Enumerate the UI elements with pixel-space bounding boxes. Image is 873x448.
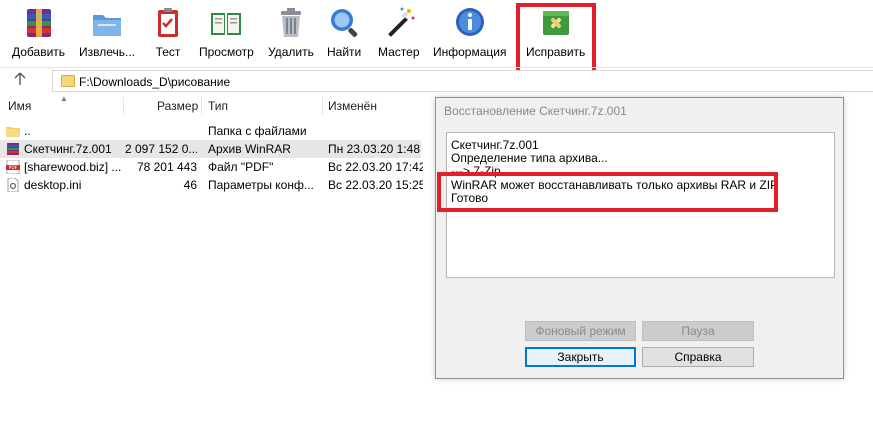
view-book-icon (209, 6, 243, 40)
column-modified[interactable]: Изменён (328, 99, 377, 113)
sort-up-icon: ▲ (60, 94, 68, 103)
file-name: Скетчинг.7z.001 (24, 142, 112, 156)
file-size: 46 (183, 178, 197, 192)
column-size[interactable]: Размер (157, 99, 198, 113)
winrar-add-icon (22, 6, 56, 40)
info-icon (453, 6, 487, 40)
extract-folder-icon (90, 6, 124, 40)
delete-button[interactable]: Удалить (268, 6, 314, 62)
extract-label: Извлечь... (79, 45, 136, 59)
svg-text:PDF: PDF (9, 165, 18, 171)
add-label: Добавить (12, 45, 66, 59)
settings-file-icon (6, 177, 20, 193)
repair-highlight-box (516, 3, 596, 77)
find-button[interactable]: Найти (327, 6, 361, 62)
address-path: F:\Downloads_D\рисование (79, 75, 231, 89)
test-label: Тест (155, 45, 181, 59)
file-type: Папка с файлами (208, 124, 307, 138)
file-modified: Пн 23.03.20 1:48 (328, 142, 420, 156)
file-modified: Вс 22.03.20 15:25 (328, 178, 423, 192)
help-button[interactable]: Справка (642, 347, 754, 367)
winrar-archive-icon (6, 142, 20, 156)
wizard-wand-icon (382, 6, 416, 40)
test-clipboard-icon (151, 6, 185, 40)
address-bar: F:\Downloads_D\рисование (0, 67, 873, 93)
file-row-archive[interactable]: Скетчинг.7z.001 2 097 152 0... Архив Win… (0, 140, 421, 158)
test-button[interactable]: Тест (151, 6, 185, 62)
folder-icon (61, 75, 75, 87)
background-mode-button[interactable]: Фоновый режим (525, 321, 636, 341)
pdf-icon: PDF (6, 159, 20, 175)
up-arrow-icon[interactable] (14, 72, 28, 88)
column-name[interactable]: Имя (8, 99, 31, 113)
dialog-title: Восстановление Скетчинг.7z.001 (444, 104, 627, 118)
wizard-button[interactable]: Мастер (378, 6, 420, 62)
wizard-label: Мастер (378, 45, 420, 59)
column-divider[interactable] (322, 97, 323, 115)
column-divider[interactable] (123, 97, 124, 115)
file-name: .. (24, 124, 31, 138)
pause-button[interactable]: Пауза (642, 321, 754, 341)
trash-can-icon (274, 6, 308, 40)
file-type: Архив WinRAR (208, 142, 291, 156)
magnifier-icon (327, 6, 361, 40)
file-name: [sharewood.biz] ... (24, 160, 122, 174)
add-button[interactable]: Добавить (12, 6, 65, 62)
file-type: Параметры конф... (208, 178, 314, 192)
column-type[interactable]: Тип (208, 99, 228, 113)
folder-icon (6, 124, 20, 138)
extract-button[interactable]: Извлечь... (79, 6, 135, 62)
view-button[interactable]: Просмотр (199, 6, 254, 62)
delete-label: Удалить (268, 45, 314, 59)
close-button[interactable]: Закрыть (525, 347, 636, 367)
column-divider[interactable] (201, 97, 202, 115)
toolbar: Добавить Извлечь... Тест Просмотр Удалит… (0, 0, 873, 77)
find-label: Найти (327, 45, 362, 59)
address-field[interactable]: F:\Downloads_D\рисование (52, 70, 873, 92)
view-label: Просмотр (199, 45, 254, 59)
info-button[interactable]: Информация (433, 6, 506, 62)
message-highlight-box (437, 172, 778, 212)
info-label: Информация (433, 45, 507, 59)
file-size: 2 097 152 0... (125, 142, 197, 156)
file-modified: Вс 22.03.20 17:42 (328, 160, 423, 174)
repair-dialog: Восстановление Скетчинг.7z.001 Скетчинг.… (435, 97, 844, 379)
file-name: desktop.ini (24, 178, 82, 192)
file-type: Файл "PDF" (208, 160, 274, 174)
file-size: 78 201 443 (136, 160, 197, 174)
